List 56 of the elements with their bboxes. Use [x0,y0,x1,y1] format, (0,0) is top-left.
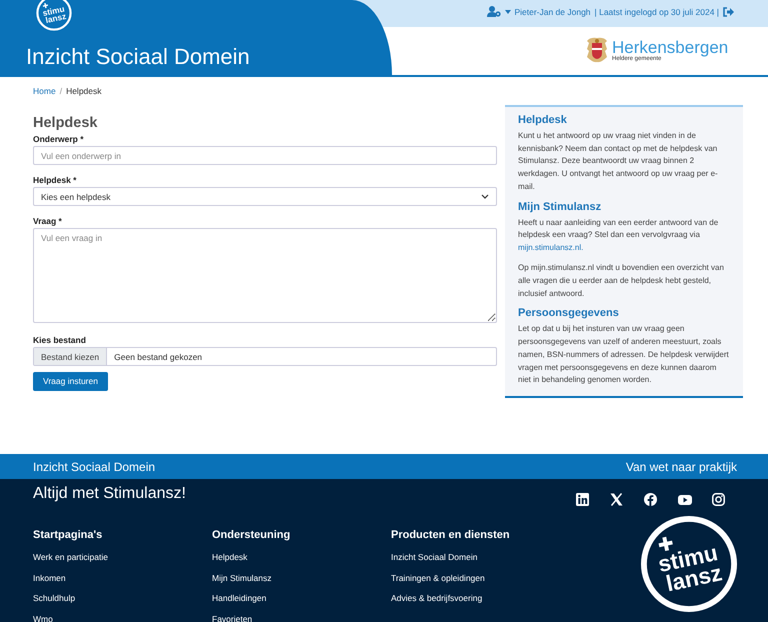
linkedin-icon[interactable] [576,493,590,507]
form-title: Helpdesk [33,115,98,131]
link[interactable]: mijn.stimulansz.nl. [518,243,584,252]
choose-file-button[interactable]: Bestand kiezen [34,348,108,365]
footer-bar-tagline: Van wet naar praktijk [626,460,737,474]
youtube-icon[interactable] [678,493,692,507]
footer-link[interactable]: Favorieten [212,608,391,622]
field-label: Helpdesk * [33,175,78,185]
section-title: Mijn Stimulansz [518,200,602,214]
footer-link[interactable]: Trainingen & opleidingen [391,568,570,588]
logo[interactable]: stimu lansz [640,515,738,613]
municipality-name: Herkensbergen [612,38,728,56]
field-label: Kies bestand [33,335,87,345]
paragraph: Heeft u naar aanleiding van een eerder antwoord van de helpdesk een vraag? Stel dan een vervolgvraag via mijn.stimulansz.nl. [518,216,720,254]
footer-link[interactable]: Handleidingen [212,588,391,608]
field-label: Vraag * [33,216,63,226]
footer-link[interactable]: Inkomen [33,568,212,588]
last-login-text: | Laatst ingelogd op 30 juli 2024 | [594,6,719,16]
site-title: Inzicht Sociaal Domein [26,44,250,70]
user-menu[interactable]: Pieter-Jan de Jongh [505,6,591,16]
footer-heading: Producten en diensten [391,529,511,541]
breadcrumb-current: Helpdesk [66,86,102,96]
x-icon[interactable] [610,493,624,507]
breadcrumb-link[interactable]: Home [33,86,56,96]
footer-link[interactable]: Advies & bedrijfsvoering [391,588,570,608]
user-settings-icon[interactable] [487,6,502,17]
footer-link[interactable]: Schuldhulp [33,588,212,608]
facebook-icon[interactable] [644,493,658,507]
section-title: Persoonsgegevens [518,307,620,320]
coat-of-arms-icon [585,37,609,63]
text-area[interactable]: Vul een vraag in [33,228,497,323]
paragraph: Kunt u het antwoord op uw vraag niet vinden in de kennisbank? Neem dan contact op met de helpdesk van Stimulansz. Deze beantwoordt uw vraag binnen 2 werkdagen. U ontvangt het antwoord op uw vraag per e-mail. [518,130,719,193]
footer-link[interactable]: Werk en participatie [33,547,212,568]
logout-icon[interactable] [723,6,734,16]
file-status: Geen bestand gekozen [113,352,202,362]
chevron-down-icon [481,194,489,199]
paragraph: Op mijn.stimulansz.nl vindt u bovendien een overzicht van alle vragen die u eerder aan de helpdesk hebt gesteld, inclusief antwoord. [518,262,725,300]
caret-icon [505,10,512,14]
footer-heading: Startpagina's [33,529,104,541]
input-field[interactable]: Vul een onderwerp in [33,146,497,165]
breadcrumb-separator: / [60,86,62,96]
submit-button[interactable]: Vraag insturen [33,372,108,390]
footer-bar-title: Inzicht Sociaal Domein [33,460,156,474]
footer-heading: Ondersteuning [212,529,292,541]
file-input[interactable]: Bestand kiezen Geen bestand gekozen [33,347,497,366]
select-field[interactable]: Kies een helpdesk [33,187,497,206]
footer-link[interactable]: Wmo [33,608,212,622]
footer-slogan: Altijd met Stimulansz! [33,485,186,503]
instagram-icon[interactable] [712,493,726,507]
footer-link[interactable]: Helpdesk [212,547,391,568]
logo[interactable]: stimu lansz [36,0,72,31]
footer-link[interactable]: Inzicht Sociaal Domein [391,547,570,568]
footer-link[interactable]: Mijn Stimulansz [212,568,391,588]
field-label: Onderwerp * [33,134,85,144]
paragraph: Let op dat u bij het insturen van uw vraag geen persoonsgegevens van uzelf of anderen meestuurt, zoals namen, BSN-nummers of adressen. De helpdesk verwijdert vragen met persoonsgegevens en deze kunnen daarom niet in behandeling genomen worden. [518,323,730,386]
section-title: Helpdesk [518,114,568,127]
